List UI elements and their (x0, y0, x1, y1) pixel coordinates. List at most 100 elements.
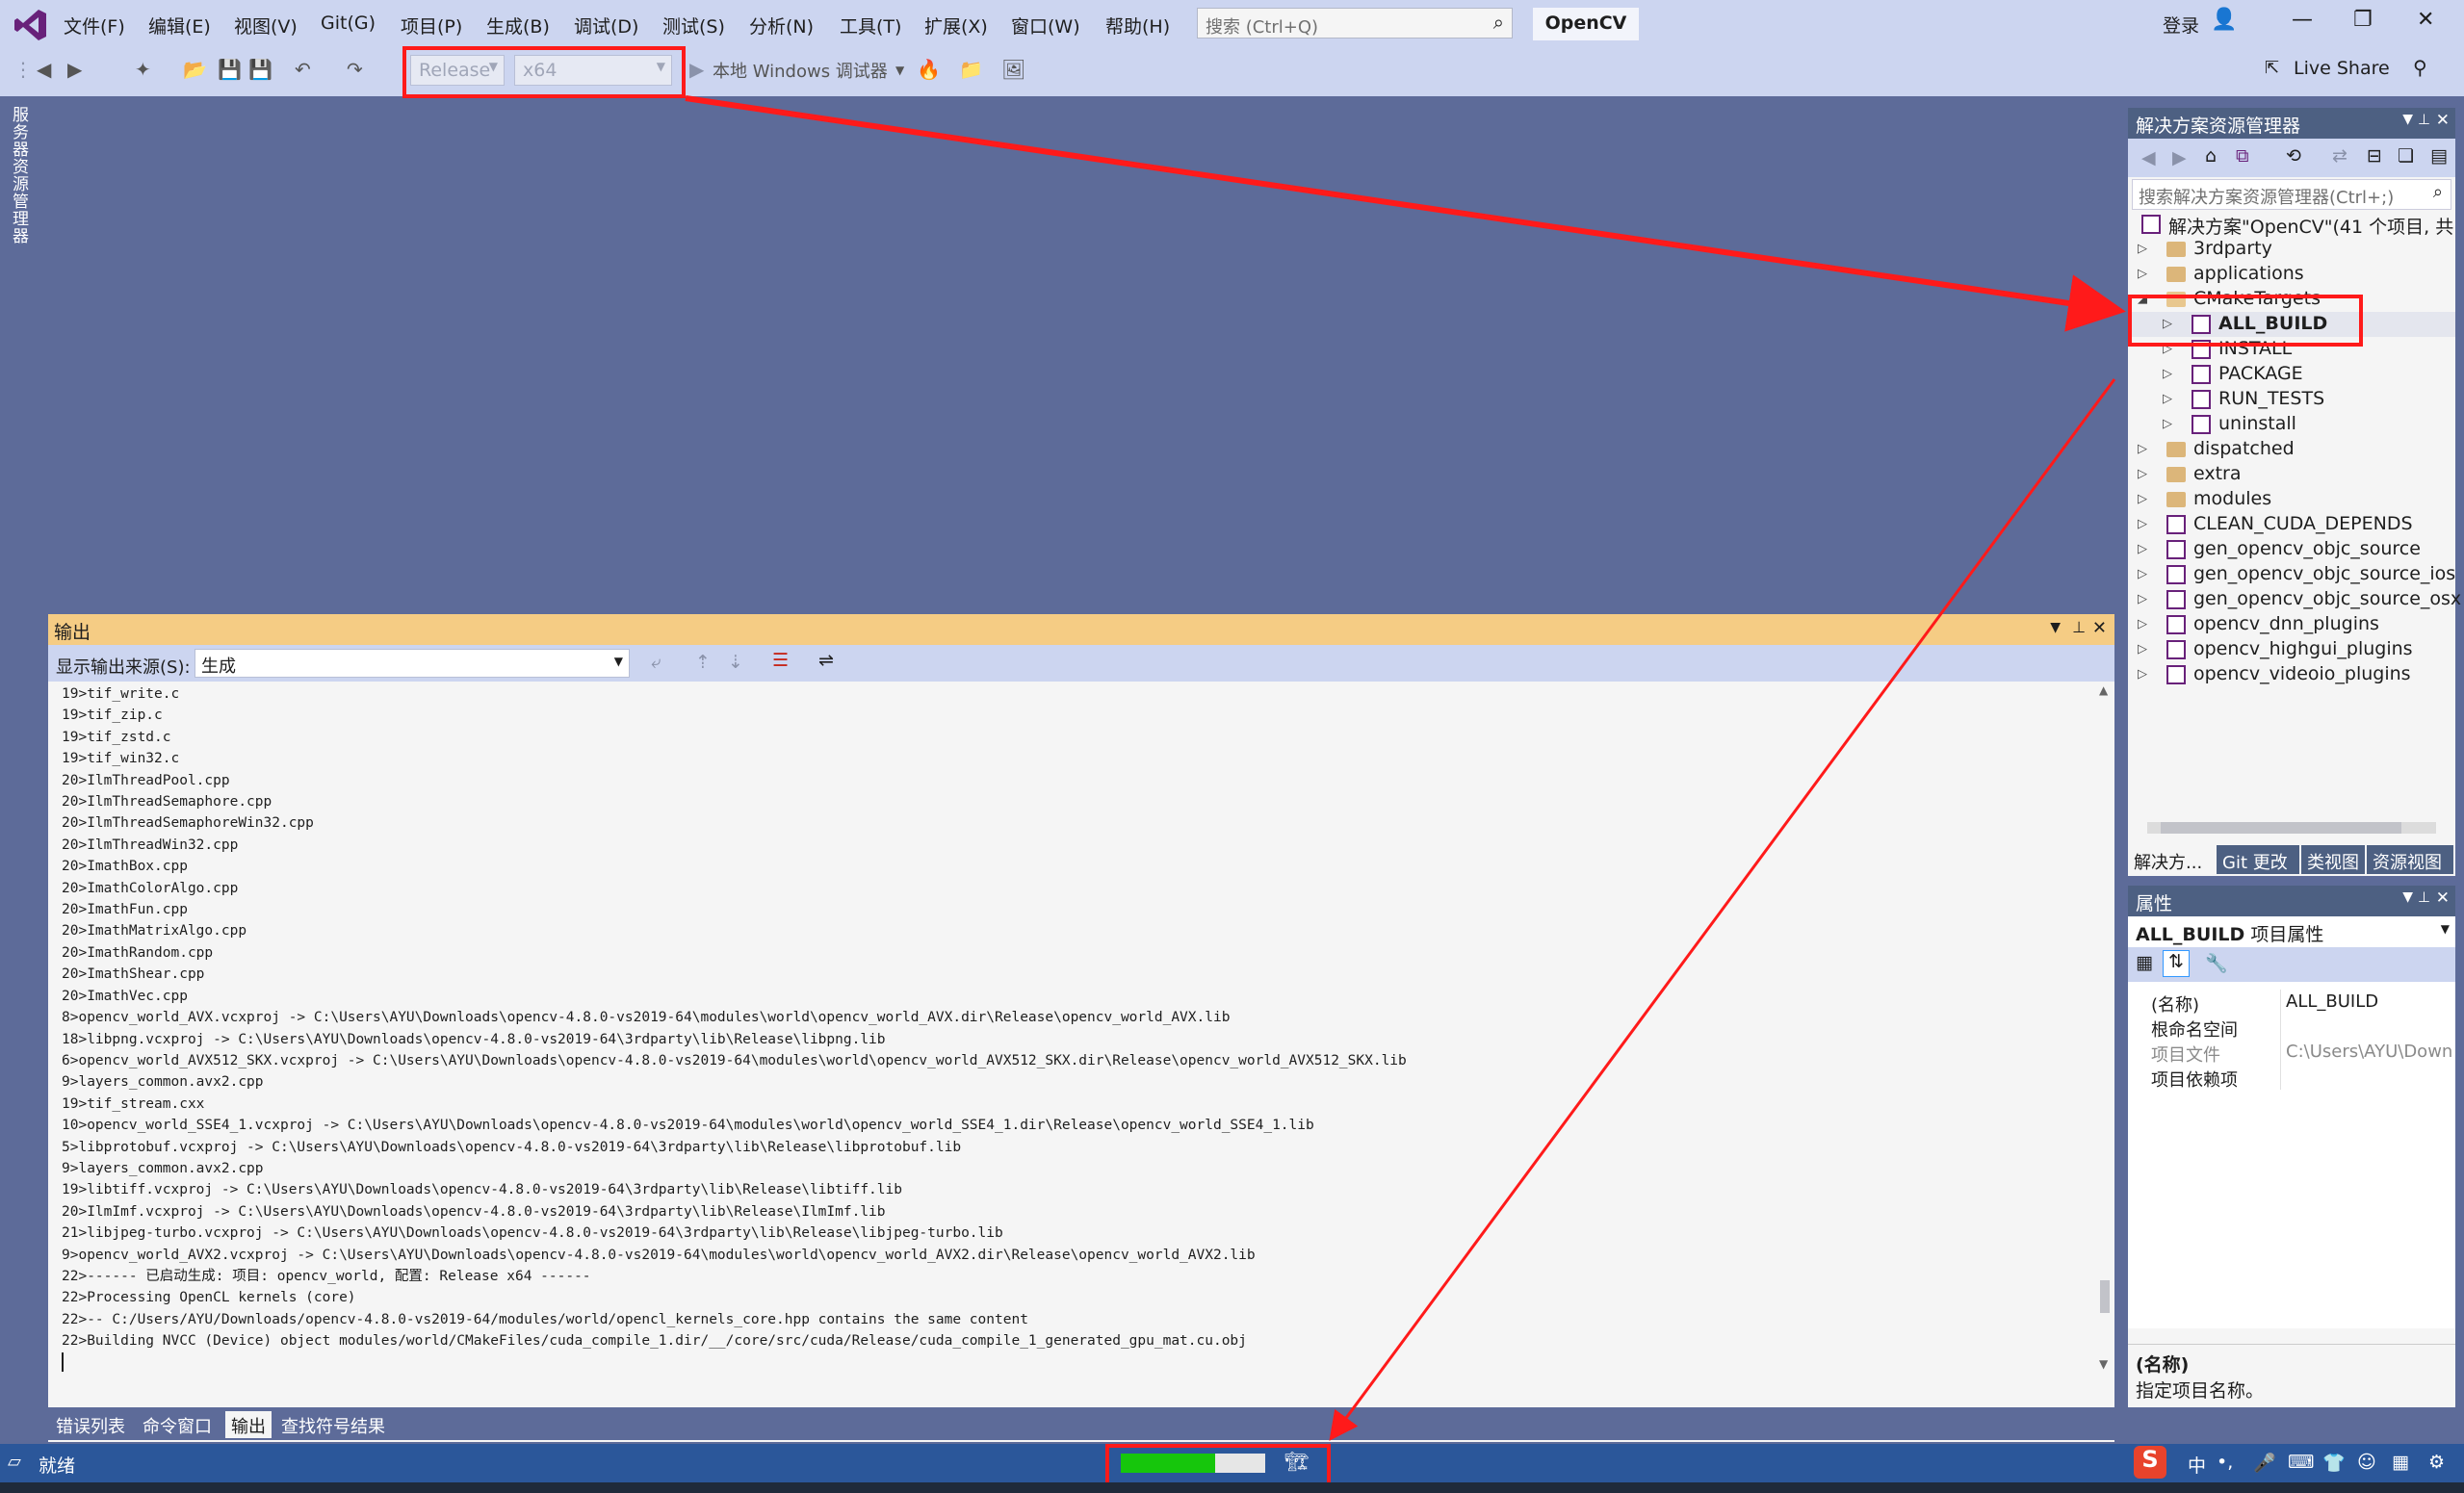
tree-item[interactable]: ▷ PACKAGE (2128, 362, 2455, 387)
skin-icon[interactable]: 👕 (2322, 1452, 2346, 1474)
chevron-down-icon[interactable]: ▼ (2402, 112, 2413, 127)
properties-icon[interactable]: ▤ (2430, 145, 2448, 167)
property-row[interactable]: 根命名空间 (2128, 1015, 2455, 1041)
chevron-down-icon[interactable]: ▼ (2402, 889, 2413, 905)
expand-arrow-icon[interactable]: ▷ (2138, 542, 2147, 556)
menu-item-8[interactable]: 分析(N) (749, 13, 814, 39)
new-project-icon[interactable]: ✦ (135, 58, 151, 81)
minimize-button[interactable]: — (2292, 8, 2313, 32)
tree-item[interactable]: ▷ modules (2128, 487, 2455, 512)
property-row[interactable]: (名称) ALL_BUILD (2128, 990, 2455, 1016)
tree-item[interactable]: ▷ 3rdparty (2128, 237, 2455, 262)
expand-arrow-icon[interactable]: ▷ (2163, 367, 2172, 381)
menu-item-0[interactable]: 文件(F) (64, 13, 125, 39)
solution-explorer-tab-2[interactable]: 类视图 (2301, 845, 2365, 874)
live-share-button[interactable]: Live Share (2294, 58, 2390, 79)
expand-arrow-icon[interactable]: ▷ (2138, 617, 2147, 631)
keyboard-icon[interactable]: ⌨ (2288, 1452, 2314, 1473)
next-message-icon[interactable]: ⇣ (728, 652, 743, 673)
menu-item-9[interactable]: 工具(T) (840, 13, 901, 39)
expand-arrow-icon[interactable]: ▷ (2138, 242, 2147, 256)
save-icon[interactable]: 💾 (218, 58, 242, 81)
server-explorer-tab[interactable]: 服务器资源管理器 (9, 106, 31, 245)
switch-views-icon[interactable]: ⧉ (2236, 145, 2249, 167)
menu-item-11[interactable]: 窗口(W) (1011, 13, 1080, 39)
punctuation-icon[interactable]: •, (2217, 1452, 2233, 1473)
tree-item[interactable]: ▷ opencv_videoio_plugins (2128, 662, 2455, 687)
expand-arrow-icon[interactable]: ▷ (2138, 492, 2147, 506)
ime-mode[interactable]: 中 (2188, 1452, 2206, 1478)
microphone-icon[interactable]: 🎤 (2253, 1452, 2276, 1474)
menu-item-4[interactable]: 项目(P) (401, 13, 462, 39)
tree-item[interactable]: ▷ opencv_dnn_plugins (2128, 612, 2455, 637)
search-box[interactable]: 搜索 (Ctrl+Q) ⌕ (1197, 8, 1513, 39)
tree-item[interactable]: 解决方案"OpenCV"(41 个项目, 共 (2128, 212, 2455, 238)
menu-item-6[interactable]: 调试(D) (574, 13, 638, 39)
pin-icon[interactable]: ⊥ (2072, 618, 2086, 636)
expand-arrow-icon[interactable]: ▷ (2138, 567, 2147, 581)
debugger-target[interactable]: 本地 Windows 调试器 (713, 58, 888, 83)
chevron-down-icon[interactable]: ▼ (2050, 620, 2061, 635)
forward-icon[interactable]: ▶ (67, 58, 82, 81)
expand-arrow-icon[interactable]: ▷ (2138, 442, 2147, 456)
horizontal-scrollbar[interactable] (2147, 822, 2436, 834)
collapse-all-icon[interactable]: ⊟ (2367, 145, 2382, 167)
vertical-scrollbar[interactable]: ▲ ▼ (2095, 683, 2114, 1377)
pin-icon[interactable]: ⊥ (2418, 111, 2430, 128)
start-debug-icon[interactable]: ▶ (689, 58, 704, 81)
toolbox-icon[interactable]: ▦ (2392, 1452, 2409, 1473)
menu-item-7[interactable]: 测试(S) (662, 13, 725, 39)
menu-item-10[interactable]: 扩展(X) (924, 13, 988, 39)
tree-item[interactable]: ▷ extra (2128, 462, 2455, 487)
expand-arrow-icon[interactable]: ▷ (2138, 517, 2147, 531)
back-icon[interactable]: ◀ (2141, 147, 2156, 168)
expand-arrow-icon[interactable]: ▷ (2163, 417, 2172, 431)
tree-item[interactable]: ▷ dispatched (2128, 437, 2455, 462)
account-icon[interactable]: 👤 (2211, 8, 2237, 32)
menu-item-12[interactable]: 帮助(H) (1105, 13, 1170, 39)
alphabetical-icon[interactable]: ⇅ (2163, 950, 2190, 977)
output-text[interactable]: 19>tif_write.c 19>tif_zip.c 19>tif_zstd.c 1… (62, 683, 1407, 1372)
solution-folder-icon[interactable]: 📁 (959, 58, 983, 81)
output-source-select[interactable]: 生成 ▼ (195, 649, 630, 678)
ime-logo-icon[interactable]: S (2134, 1446, 2166, 1479)
screenshot-icon[interactable]: 🖼 (1001, 58, 1025, 81)
chevron-down-icon[interactable]: ▼ (895, 64, 904, 77)
tree-item[interactable]: ▷ CLEAN_CUDA_DEPENDS (2128, 512, 2455, 537)
tree-item[interactable]: ▷ RUN_TESTS (2128, 387, 2455, 412)
scroll-down-icon[interactable]: ▼ (2099, 1357, 2108, 1371)
feedback-icon[interactable]: ⚲ (2413, 56, 2427, 79)
find-message-icon[interactable]: ⤶ (651, 652, 661, 673)
scrollbar-thumb[interactable] (2100, 1280, 2110, 1313)
expand-arrow-icon[interactable]: ▷ (2138, 592, 2147, 606)
clear-all-icon[interactable]: ☰ (772, 650, 789, 671)
tree-item[interactable]: ▷ gen_opencv_objc_source_ios (2128, 562, 2455, 587)
tree-item[interactable]: ▷ opencv_highgui_plugins (2128, 637, 2455, 662)
categorized-icon[interactable]: ▦ (2136, 952, 2153, 973)
show-all-files-icon[interactable]: ❏ (2398, 145, 2414, 167)
expand-arrow-icon[interactable]: ▷ (2138, 642, 2147, 656)
login-link[interactable]: 登录 (2163, 12, 2199, 38)
close-icon[interactable]: ✕ (2436, 888, 2450, 908)
pending-changes-icon[interactable]: ⟲ (2286, 145, 2301, 167)
property-pages-icon[interactable]: 🔧 (2205, 952, 2228, 974)
pin-icon[interactable]: ⊥ (2418, 888, 2430, 906)
solution-search-input[interactable]: 搜索解决方案资源管理器(Ctrl+;) ⌕ (2132, 179, 2451, 210)
back-icon[interactable]: ◀ (37, 58, 51, 81)
tree-item[interactable]: ▷ uninstall (2128, 412, 2455, 437)
bottom-tab-3[interactable]: 查找符号结果 (275, 1411, 391, 1438)
menu-item-2[interactable]: 视图(V) (234, 13, 298, 39)
bottom-tab-1[interactable]: 命令窗口 (137, 1411, 218, 1438)
menu-item-5[interactable]: 生成(B) (486, 13, 550, 39)
forward-icon[interactable]: ▶ (2172, 147, 2187, 168)
properties-object-selector[interactable]: ALL_BUILD 项目属性 ▼ (2128, 916, 2455, 947)
settings-icon[interactable]: ⚙ (2428, 1452, 2445, 1473)
expand-arrow-icon[interactable]: ▷ (2163, 392, 2172, 406)
menu-item-3[interactable]: Git(G) (321, 13, 376, 34)
solution-explorer-tab-1[interactable]: Git 更改 (2217, 845, 2299, 874)
expand-arrow-icon[interactable]: ▷ (2138, 667, 2147, 682)
word-wrap-icon[interactable]: ⇌ (818, 650, 834, 671)
redo-icon[interactable]: ↷ (347, 58, 363, 81)
assistant-icon[interactable]: ☺ (2357, 1452, 2376, 1473)
scroll-up-icon[interactable]: ▲ (2099, 683, 2108, 697)
